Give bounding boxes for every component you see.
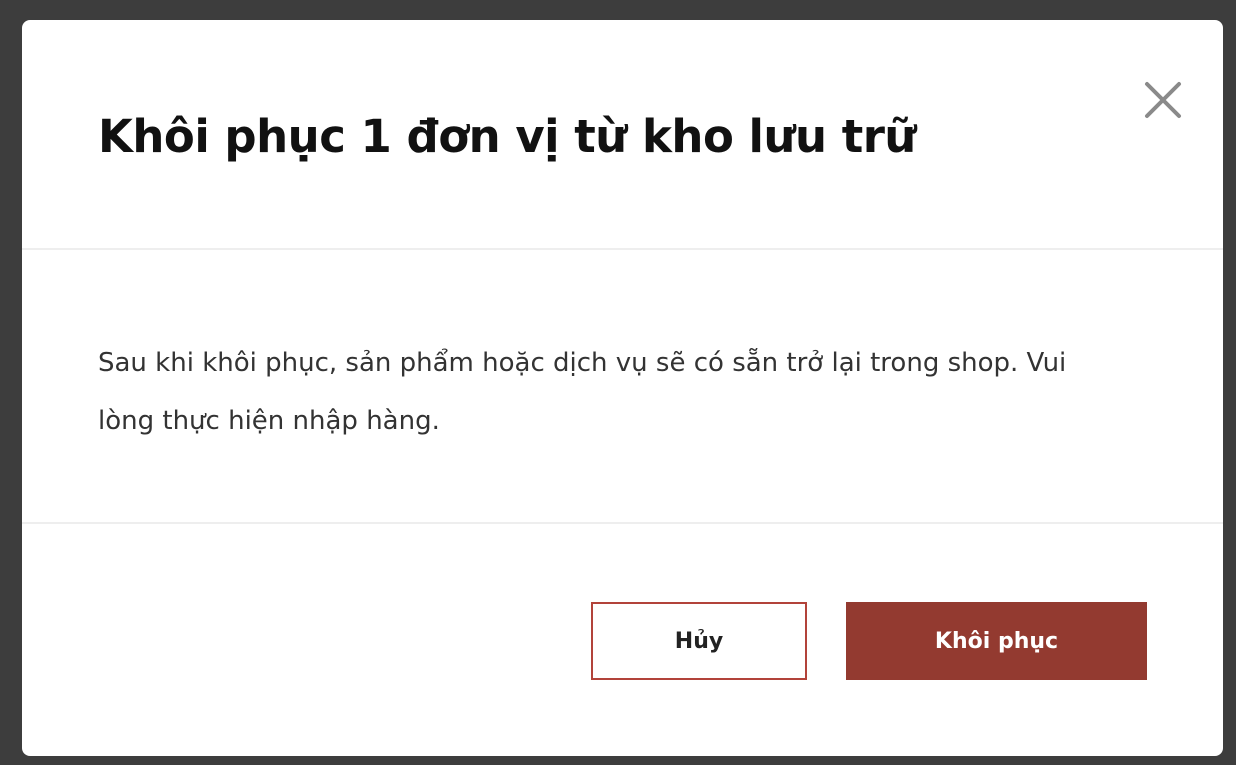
- close-icon: [1145, 82, 1181, 118]
- restore-dialog: Khôi phục 1 đơn vị từ kho lưu trữ Sau kh…: [22, 20, 1223, 756]
- restore-button[interactable]: Khôi phục: [846, 602, 1147, 680]
- cancel-button[interactable]: Hủy: [591, 602, 807, 680]
- dialog-header: Khôi phục 1 đơn vị từ kho lưu trữ: [22, 20, 1223, 250]
- dialog-message: Sau khi khôi phục, sản phẩm hoặc dịch vụ…: [98, 348, 1067, 436]
- close-button[interactable]: [1141, 78, 1185, 122]
- dialog-title: Khôi phục 1 đơn vị từ kho lưu trữ: [98, 110, 916, 163]
- dialog-footer: Hủy Khôi phục: [22, 524, 1223, 756]
- dialog-body: Sau khi khôi phục, sản phẩm hoặc dịch vụ…: [22, 250, 1223, 524]
